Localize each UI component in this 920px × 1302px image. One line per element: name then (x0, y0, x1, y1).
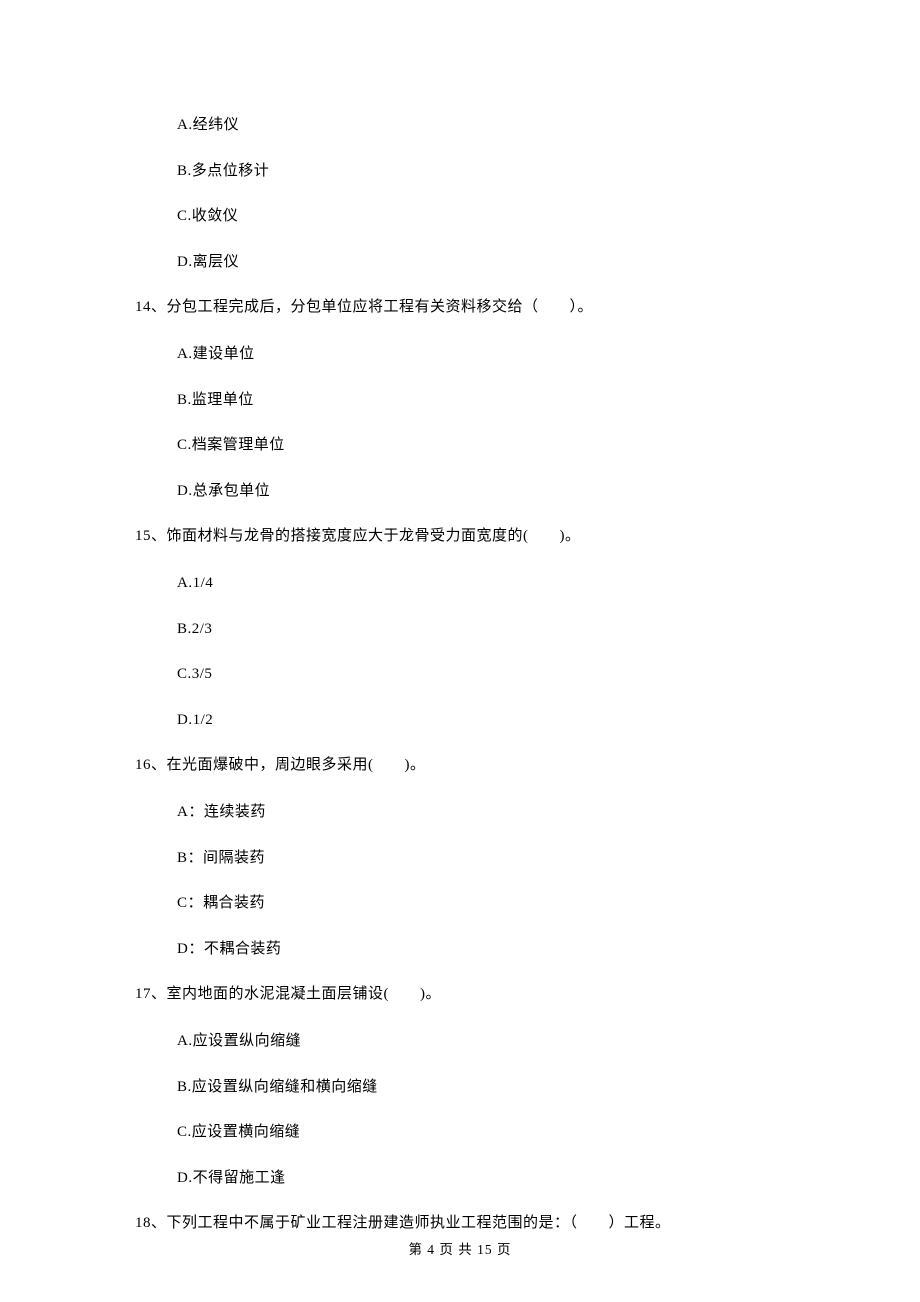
option-c: C.3/5 (177, 664, 785, 685)
option-c: C.档案管理单位 (177, 435, 785, 456)
option-d: D.总承包单位 (177, 481, 785, 502)
option-group: A.经纬仪 B.多点位移计 C.收敛仪 D.离层仪 (177, 115, 785, 273)
question-text: 17、室内地面的水泥混凝土面层铺设( )。 (135, 984, 785, 1005)
question-14: 14、分包工程完成后，分包单位应将工程有关资料移交给（ ）。 A.建设单位 B.… (135, 297, 785, 502)
option-group: A.建设单位 B.监理单位 C.档案管理单位 D.总承包单位 (177, 344, 785, 502)
question-text: 16、在光面爆破中，周边眼多采用( )。 (135, 755, 785, 776)
option-b: B.2/3 (177, 619, 785, 640)
option-a: A.应设置纵向缩缝 (177, 1031, 785, 1052)
question-13-options: A.经纬仪 B.多点位移计 C.收敛仪 D.离层仪 (135, 115, 785, 273)
option-d: D：不耦合装药 (177, 939, 785, 960)
option-a: A.建设单位 (177, 344, 785, 365)
question-16: 16、在光面爆破中，周边眼多采用( )。 A：连续装药 B：间隔装药 C：耦合装… (135, 755, 785, 960)
option-d: D.离层仪 (177, 252, 785, 273)
option-group: A.应设置纵向缩缝 B.应设置纵向缩缝和横向缩缝 C.应设置横向缩缝 D.不得留… (177, 1031, 785, 1189)
option-a: A：连续装药 (177, 802, 785, 823)
option-b: B.应设置纵向缩缝和横向缩缝 (177, 1077, 785, 1098)
page-footer: 第 4 页 共 15 页 (0, 1238, 920, 1258)
question-18: 18、下列工程中不属于矿业工程注册建造师执业工程范围的是：（ ）工程。 (135, 1213, 785, 1234)
option-b: B：间隔装药 (177, 848, 785, 869)
question-17: 17、室内地面的水泥混凝土面层铺设( )。 A.应设置纵向缩缝 B.应设置纵向缩… (135, 984, 785, 1189)
option-c: C：耦合装药 (177, 893, 785, 914)
question-15: 15、饰面材料与龙骨的搭接宽度应大于龙骨受力面宽度的( )。 A.1/4 B.2… (135, 526, 785, 731)
option-d: D.1/2 (177, 710, 785, 731)
option-d: D.不得留施工逢 (177, 1168, 785, 1189)
option-b: B.多点位移计 (177, 161, 785, 182)
option-a: A.经纬仪 (177, 115, 785, 136)
question-text: 18、下列工程中不属于矿业工程注册建造师执业工程范围的是：（ ）工程。 (135, 1213, 785, 1234)
question-text: 15、饰面材料与龙骨的搭接宽度应大于龙骨受力面宽度的( )。 (135, 526, 785, 547)
question-text: 14、分包工程完成后，分包单位应将工程有关资料移交给（ ）。 (135, 297, 785, 318)
option-c: C.收敛仪 (177, 206, 785, 227)
option-a: A.1/4 (177, 573, 785, 594)
option-b: B.监理单位 (177, 390, 785, 411)
option-group: A.1/4 B.2/3 C.3/5 D.1/2 (177, 573, 785, 731)
page-content: A.经纬仪 B.多点位移计 C.收敛仪 D.离层仪 14、分包工程完成后，分包单… (0, 0, 920, 1234)
option-group: A：连续装药 B：间隔装药 C：耦合装药 D：不耦合装药 (177, 802, 785, 960)
option-c: C.应设置横向缩缝 (177, 1122, 785, 1143)
